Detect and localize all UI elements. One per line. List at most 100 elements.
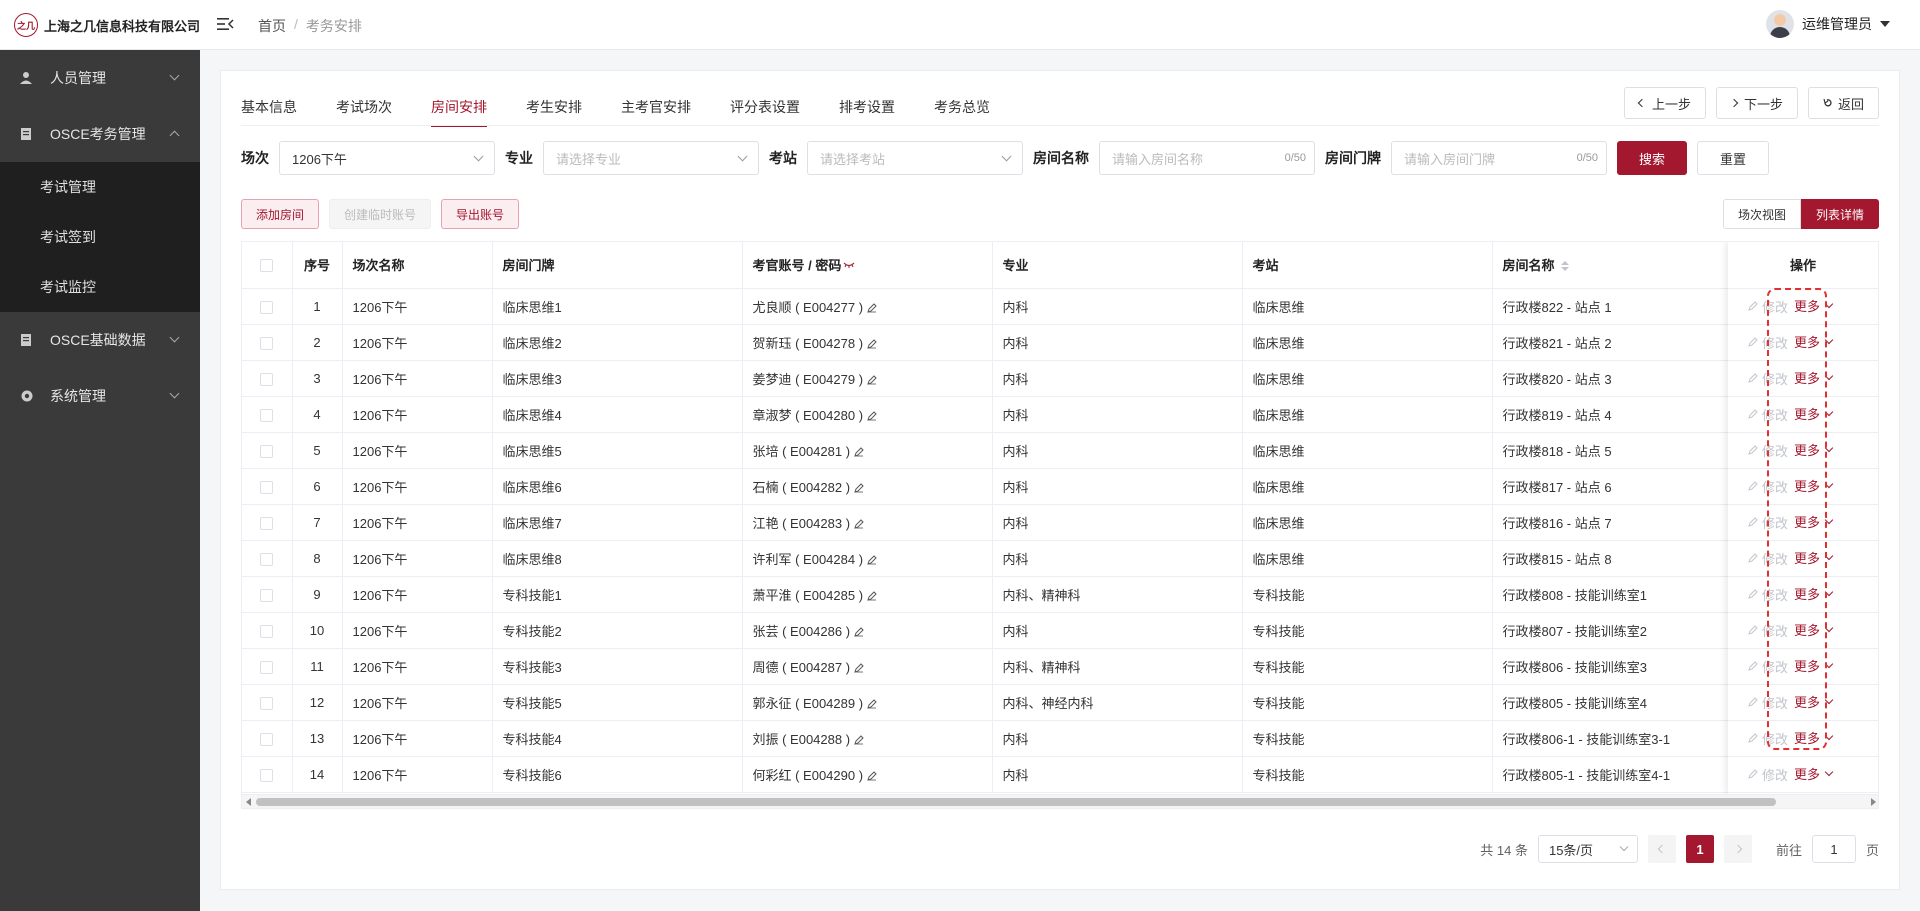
header-room-name[interactable]: 房间名称 <box>1492 242 1731 289</box>
row-checkbox[interactable] <box>260 768 274 782</box>
prev-step-button[interactable]: 上一步 <box>1623 87 1706 119</box>
pencil-icon[interactable] <box>854 662 864 673</box>
tab-student-arrangement[interactable]: 考生安排 <box>526 97 582 127</box>
row-checkbox[interactable] <box>260 552 274 566</box>
submenu-item-exam-monitor[interactable]: 考试监控 <box>0 262 200 312</box>
more-button[interactable]: 更多 <box>1794 692 1834 711</box>
breadcrumb-home[interactable]: 首页 <box>258 16 286 36</box>
pencil-icon[interactable] <box>867 302 877 313</box>
station-select[interactable]: 请选择考站 <box>807 141 1023 175</box>
more-button[interactable]: 更多 <box>1794 404 1834 423</box>
export-account-button[interactable]: 导出账号 <box>441 199 520 229</box>
tab-scheduling-settings[interactable]: 排考设置 <box>839 97 895 127</box>
more-button[interactable]: 更多 <box>1794 332 1834 351</box>
tab-basic-info[interactable]: 基本信息 <box>241 97 297 127</box>
horizontal-scrollbar[interactable] <box>242 794 1878 808</box>
more-button[interactable]: 更多 <box>1794 656 1834 675</box>
edit-button[interactable]: 修改 <box>1748 477 1788 496</box>
edit-button[interactable]: 修改 <box>1748 333 1788 352</box>
edit-button[interactable]: 修改 <box>1748 441 1788 460</box>
row-checkbox[interactable] <box>260 444 274 458</box>
goto-page-input[interactable]: 1 <box>1811 835 1856 863</box>
more-button[interactable]: 更多 <box>1794 368 1834 387</box>
edit-button[interactable]: 修改 <box>1748 297 1788 316</box>
back-button[interactable]: 返回 <box>1807 87 1879 119</box>
edit-button[interactable]: 修改 <box>1748 693 1788 712</box>
list-detail-button[interactable]: 列表详情 <box>1800 199 1879 229</box>
prev-page-button[interactable] <box>1647 835 1676 863</box>
more-button[interactable]: 更多 <box>1794 476 1834 495</box>
edit-button[interactable]: 修改 <box>1748 549 1788 568</box>
pencil-icon[interactable] <box>867 590 877 601</box>
tab-examiner-arrangement[interactable]: 主考官安排 <box>621 97 691 127</box>
tab-scoresheet-settings[interactable]: 评分表设置 <box>730 97 800 127</box>
row-checkbox[interactable] <box>260 372 274 386</box>
sidebar-item-osce-exam[interactable]: OSCE考务管理 <box>0 106 200 162</box>
scroll-left-icon[interactable] <box>246 798 251 806</box>
company-logo[interactable]: 之几 上海之几信息科技有限公司 <box>14 13 200 37</box>
pencil-icon[interactable] <box>867 554 877 565</box>
sidebar-item-system[interactable]: 系统管理 <box>0 368 200 424</box>
row-checkbox[interactable] <box>260 624 274 638</box>
sidebar-item-personnel[interactable]: 人员管理 <box>0 50 200 106</box>
add-room-button[interactable]: 添加房间 <box>241 199 320 229</box>
edit-button[interactable]: 修改 <box>1748 657 1788 676</box>
more-button[interactable]: 更多 <box>1794 440 1834 459</box>
user-menu[interactable]: 运维管理员 <box>1766 10 1890 38</box>
more-button[interactable]: 更多 <box>1794 728 1834 747</box>
sidebar-item-osce-base-data[interactable]: OSCE基础数据 <box>0 312 200 368</box>
pencil-icon[interactable] <box>867 410 877 421</box>
pencil-icon[interactable] <box>867 374 877 385</box>
room-name-input[interactable]: 请输入房间名称 0/50 <box>1099 141 1315 175</box>
row-checkbox[interactable] <box>260 480 274 494</box>
row-checkbox[interactable] <box>260 336 274 350</box>
reset-button[interactable]: 重置 <box>1697 141 1770 175</box>
pencil-icon[interactable] <box>854 734 864 745</box>
session-view-button[interactable]: 场次视图 <box>1722 199 1801 229</box>
row-checkbox[interactable] <box>260 588 274 602</box>
search-button[interactable]: 搜索 <box>1617 141 1688 175</box>
more-button[interactable]: 更多 <box>1794 584 1834 603</box>
pencil-icon[interactable] <box>854 518 864 529</box>
pencil-icon[interactable] <box>867 770 877 781</box>
pencil-icon[interactable] <box>867 338 877 349</box>
edit-button[interactable]: 修改 <box>1748 405 1788 424</box>
session-select[interactable]: 1206下午 <box>279 141 495 175</box>
scroll-right-icon[interactable] <box>1871 798 1876 806</box>
sort-icon[interactable] <box>1560 261 1569 272</box>
menu-collapse-icon[interactable] <box>216 15 234 33</box>
room-door-input[interactable]: 请输入房间门牌 0/50 <box>1391 141 1607 175</box>
edit-button[interactable]: 修改 <box>1748 729 1788 748</box>
edit-button[interactable]: 修改 <box>1748 621 1788 640</box>
select-all-checkbox[interactable] <box>260 259 274 273</box>
tab-overview[interactable]: 考务总览 <box>934 97 990 127</box>
submenu-item-exam-checkin[interactable]: 考试签到 <box>0 212 200 262</box>
scroll-thumb[interactable] <box>256 798 1776 806</box>
next-page-button[interactable] <box>1723 835 1752 863</box>
major-select[interactable]: 请选择专业 <box>543 141 759 175</box>
pencil-icon[interactable] <box>854 482 864 493</box>
more-button[interactable]: 更多 <box>1794 764 1834 783</box>
edit-button[interactable]: 修改 <box>1748 765 1788 784</box>
row-checkbox[interactable] <box>260 660 274 674</box>
edit-button[interactable]: 修改 <box>1748 585 1788 604</box>
tab-exam-sessions[interactable]: 考试场次 <box>336 97 392 127</box>
more-button[interactable]: 更多 <box>1794 296 1834 315</box>
eye-closed-icon[interactable] <box>843 262 855 269</box>
next-step-button[interactable]: 下一步 <box>1715 87 1798 119</box>
pencil-icon[interactable] <box>867 698 877 709</box>
page-size-select[interactable]: 15条/页 <box>1537 835 1638 863</box>
pencil-icon[interactable] <box>854 626 864 637</box>
row-checkbox[interactable] <box>260 696 274 710</box>
more-button[interactable]: 更多 <box>1794 512 1834 531</box>
row-checkbox[interactable] <box>260 516 274 530</box>
page-number-active[interactable]: 1 <box>1685 835 1714 863</box>
row-checkbox[interactable] <box>260 300 274 314</box>
pencil-icon[interactable] <box>854 446 864 457</box>
submenu-item-exam-management[interactable]: 考试管理 <box>0 162 200 212</box>
row-checkbox[interactable] <box>260 408 274 422</box>
create-temp-account-button[interactable]: 创建临时账号 <box>329 199 432 229</box>
row-checkbox[interactable] <box>260 732 274 746</box>
more-button[interactable]: 更多 <box>1794 548 1834 567</box>
edit-button[interactable]: 修改 <box>1748 369 1788 388</box>
